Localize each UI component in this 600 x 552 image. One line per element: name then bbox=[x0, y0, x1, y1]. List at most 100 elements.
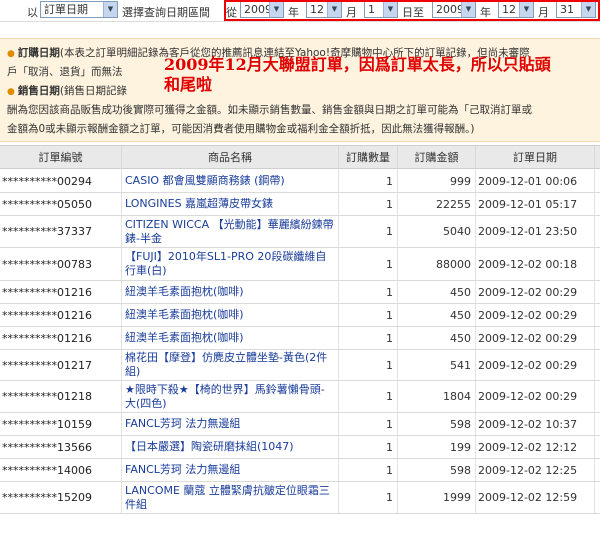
header-order-id: 訂單編號 bbox=[0, 146, 122, 170]
extra-column-cell bbox=[595, 436, 600, 458]
extra-column-cell bbox=[595, 193, 600, 215]
order-date-label: 訂購日期 bbox=[17, 47, 60, 59]
notice-text-4: 酬為您因該商品販售成功後實際可獲得之金額。如未顯示銷售數量、銷售金額與日期之訂單… bbox=[7, 104, 532, 116]
table-row: **********15209 LANCOME 蘭蔻 立體緊膚抗皺定位眼霜三件組 1… bbox=[0, 482, 600, 514]
amount-cell: 450 bbox=[398, 304, 476, 326]
order-date-cell: 2009-12-02 10:37 bbox=[476, 413, 595, 435]
amount-cell: 88000 bbox=[398, 248, 476, 280]
order-id-cell: **********01216 bbox=[0, 281, 122, 303]
notice-panel: ● 訂購日期(本表之訂單明細記錄為客戶從您的推薦訊息連結至Yahoo!奇摩購物中心… bbox=[0, 38, 600, 142]
order-id-cell: **********37337 bbox=[0, 216, 122, 247]
amount-cell: 999 bbox=[398, 170, 476, 192]
table-row: **********00783 【FUJI】2010年SL1-PRO 20段碳纖維… bbox=[0, 248, 600, 281]
order-date-cell: 2009-12-02 00:29 bbox=[476, 350, 595, 380]
order-id-cell: **********05050 bbox=[0, 193, 122, 215]
product-name-link[interactable]: ★限時下殺★【椅的世界】馬鈴薯懶骨頭-大(四色) bbox=[122, 381, 339, 412]
date-type-select[interactable]: 訂單日期 ▼ bbox=[40, 1, 118, 18]
amount-cell: 1804 bbox=[398, 381, 476, 412]
product-name-link[interactable]: CITIZEN WICCA 【光動能】華麗繽紛鍊帶錶-半金 bbox=[122, 216, 339, 247]
extra-column-cell bbox=[595, 170, 600, 192]
amount-cell: 598 bbox=[398, 459, 476, 481]
extra-column-cell bbox=[595, 482, 600, 513]
quantity-cell: 1 bbox=[339, 482, 398, 513]
extra-column-cell bbox=[595, 350, 600, 380]
extra-column-cell bbox=[595, 327, 600, 349]
notice-text-3: (銷售日期記錄 bbox=[59, 85, 127, 97]
amount-cell: 598 bbox=[398, 413, 476, 435]
quantity-cell: 1 bbox=[339, 350, 398, 380]
notice-line-5: 金額為0或未顯示報酬金額之訂單，可能因消費者使用購物金或福利金全額折抵，因此無法… bbox=[7, 121, 475, 136]
order-id-cell: **********01217 bbox=[0, 350, 122, 380]
product-name-link[interactable]: 【FUJI】2010年SL1-PRO 20段碳纖維自行車(白) bbox=[122, 248, 339, 280]
quantity-cell: 1 bbox=[339, 413, 398, 435]
quantity-cell: 1 bbox=[339, 193, 398, 215]
quantity-cell: 1 bbox=[339, 327, 398, 349]
bullet-icon: ● bbox=[7, 49, 15, 59]
extra-column-cell bbox=[595, 381, 600, 412]
product-name-link[interactable]: 紐澳羊毛素面抱枕(咖啡) bbox=[122, 304, 339, 326]
order-date-cell: 2009-12-02 12:25 bbox=[476, 459, 595, 481]
quantity-cell: 1 bbox=[339, 304, 398, 326]
quantity-cell: 1 bbox=[339, 436, 398, 458]
extra-column-cell bbox=[595, 304, 600, 326]
extra-column-cell bbox=[595, 413, 600, 435]
order-id-cell: **********01218 bbox=[0, 381, 122, 412]
product-name-link[interactable]: 紐澳羊毛素面抱枕(咖啡) bbox=[122, 327, 339, 349]
bullet-icon: ● bbox=[7, 87, 15, 97]
amount-cell: 450 bbox=[398, 327, 476, 349]
annotation-line-1: 2009年12月大聯盟訂單，因爲訂單太長，所以只貼頭 bbox=[164, 55, 551, 74]
order-id-cell: **********01216 bbox=[0, 304, 122, 326]
order-id-cell: **********00294 bbox=[0, 170, 122, 192]
date-type-value: 訂單日期 bbox=[44, 3, 88, 16]
amount-cell: 541 bbox=[398, 350, 476, 380]
sale-date-label: 銷售日期 bbox=[17, 85, 60, 97]
order-date-cell: 2009-12-01 23:50 bbox=[476, 216, 595, 247]
table-row: **********14006 FANCL芳珂 法力無邊組 1 598 2009-12-… bbox=[0, 459, 600, 482]
product-name-link[interactable]: LONGINES 嘉嵐超薄皮帶女錶 bbox=[122, 193, 339, 215]
date-filter-bar: 以 訂單日期 ▼ 選擇查詢日期區間 從 2009 ▼ 年 12 ▼ 月 1 ▼ … bbox=[0, 0, 600, 22]
table-row: **********13566 【日本嚴選】陶瓷研磨抹組(1047) 1 199 200… bbox=[0, 436, 600, 459]
highlight-box bbox=[224, 0, 600, 21]
order-id-cell: **********00783 bbox=[0, 248, 122, 280]
notice-line-3: ● 銷售日期(銷售日期記錄 bbox=[7, 83, 127, 98]
table-row: **********00294 CASIO 都會風雙顯商務錶 (鋼帶) 1 999 20… bbox=[0, 170, 600, 193]
quantity-cell: 1 bbox=[339, 281, 398, 303]
table-row: **********01216 紐澳羊毛素面抱枕(咖啡) 1 450 2009-12-0… bbox=[0, 304, 600, 327]
extra-column-cell bbox=[595, 216, 600, 247]
order-date-cell: 2009-12-01 00:06 bbox=[476, 170, 595, 192]
product-name-link[interactable]: FANCL芳珂 法力無邊組 bbox=[122, 459, 339, 481]
quantity-cell: 1 bbox=[339, 459, 398, 481]
table-row: **********01216 紐澳羊毛素面抱枕(咖啡) 1 450 2009-12-0… bbox=[0, 327, 600, 350]
product-name-link[interactable]: CASIO 都會風雙顯商務錶 (鋼帶) bbox=[122, 170, 339, 192]
product-name-link[interactable]: 【日本嚴選】陶瓷研磨抹組(1047) bbox=[122, 436, 339, 458]
header-amount: 訂購金額 bbox=[398, 146, 476, 170]
order-date-cell: 2009-12-02 00:18 bbox=[476, 248, 595, 280]
order-id-cell: **********10159 bbox=[0, 413, 122, 435]
annotation-line-2: 和尾啦 bbox=[164, 75, 213, 94]
notice-line-2: 戶「取消、退貨」而無法 bbox=[7, 64, 123, 79]
table-row: **********10159 FANCL芳珂 法力無邊組 1 598 2009-12-… bbox=[0, 413, 600, 436]
quantity-cell: 1 bbox=[339, 248, 398, 280]
order-date-cell: 2009-12-01 05:17 bbox=[476, 193, 595, 215]
amount-cell: 199 bbox=[398, 436, 476, 458]
order-date-cell: 2009-12-02 12:59 bbox=[476, 482, 595, 513]
product-name-link[interactable]: 紐澳羊毛素面抱枕(咖啡) bbox=[122, 281, 339, 303]
header-product-name: 商品名稱 bbox=[122, 146, 339, 170]
amount-cell: 5040 bbox=[398, 216, 476, 247]
order-date-cell: 2009-12-02 00:29 bbox=[476, 281, 595, 303]
product-name-link[interactable]: 棉花田【摩登】仿麂皮立體坐墊-黃色(2件組) bbox=[122, 350, 339, 380]
quantity-cell: 1 bbox=[339, 216, 398, 247]
table-row: **********01218 ★限時下殺★【椅的世界】馬鈴薯懶骨頭-大(四色) 1… bbox=[0, 381, 600, 413]
amount-cell: 1999 bbox=[398, 482, 476, 513]
order-date-cell: 2009-12-02 00:29 bbox=[476, 327, 595, 349]
filter-prefix: 以 bbox=[27, 6, 38, 19]
product-name-link[interactable]: LANCOME 蘭蔻 立體緊膚抗皺定位眼霜三件組 bbox=[122, 482, 339, 513]
select-hint: 選擇查詢日期區間 bbox=[122, 6, 210, 19]
order-date-cell: 2009-12-02 00:29 bbox=[476, 304, 595, 326]
notice-text-5: 金額為0或未顯示報酬金額之訂單，可能因消費者使用購物金或福利金全額折抵，因此無法… bbox=[7, 123, 475, 135]
order-id-cell: **********15209 bbox=[0, 482, 122, 513]
table-row: **********01217 棉花田【摩登】仿麂皮立體坐墊-黃色(2件組) 1 54… bbox=[0, 350, 600, 381]
product-name-link[interactable]: FANCL芳珂 法力無邊組 bbox=[122, 413, 339, 435]
notice-text-2: 戶「取消、退貨」而無法 bbox=[7, 66, 123, 78]
chevron-down-icon: ▼ bbox=[103, 2, 117, 17]
